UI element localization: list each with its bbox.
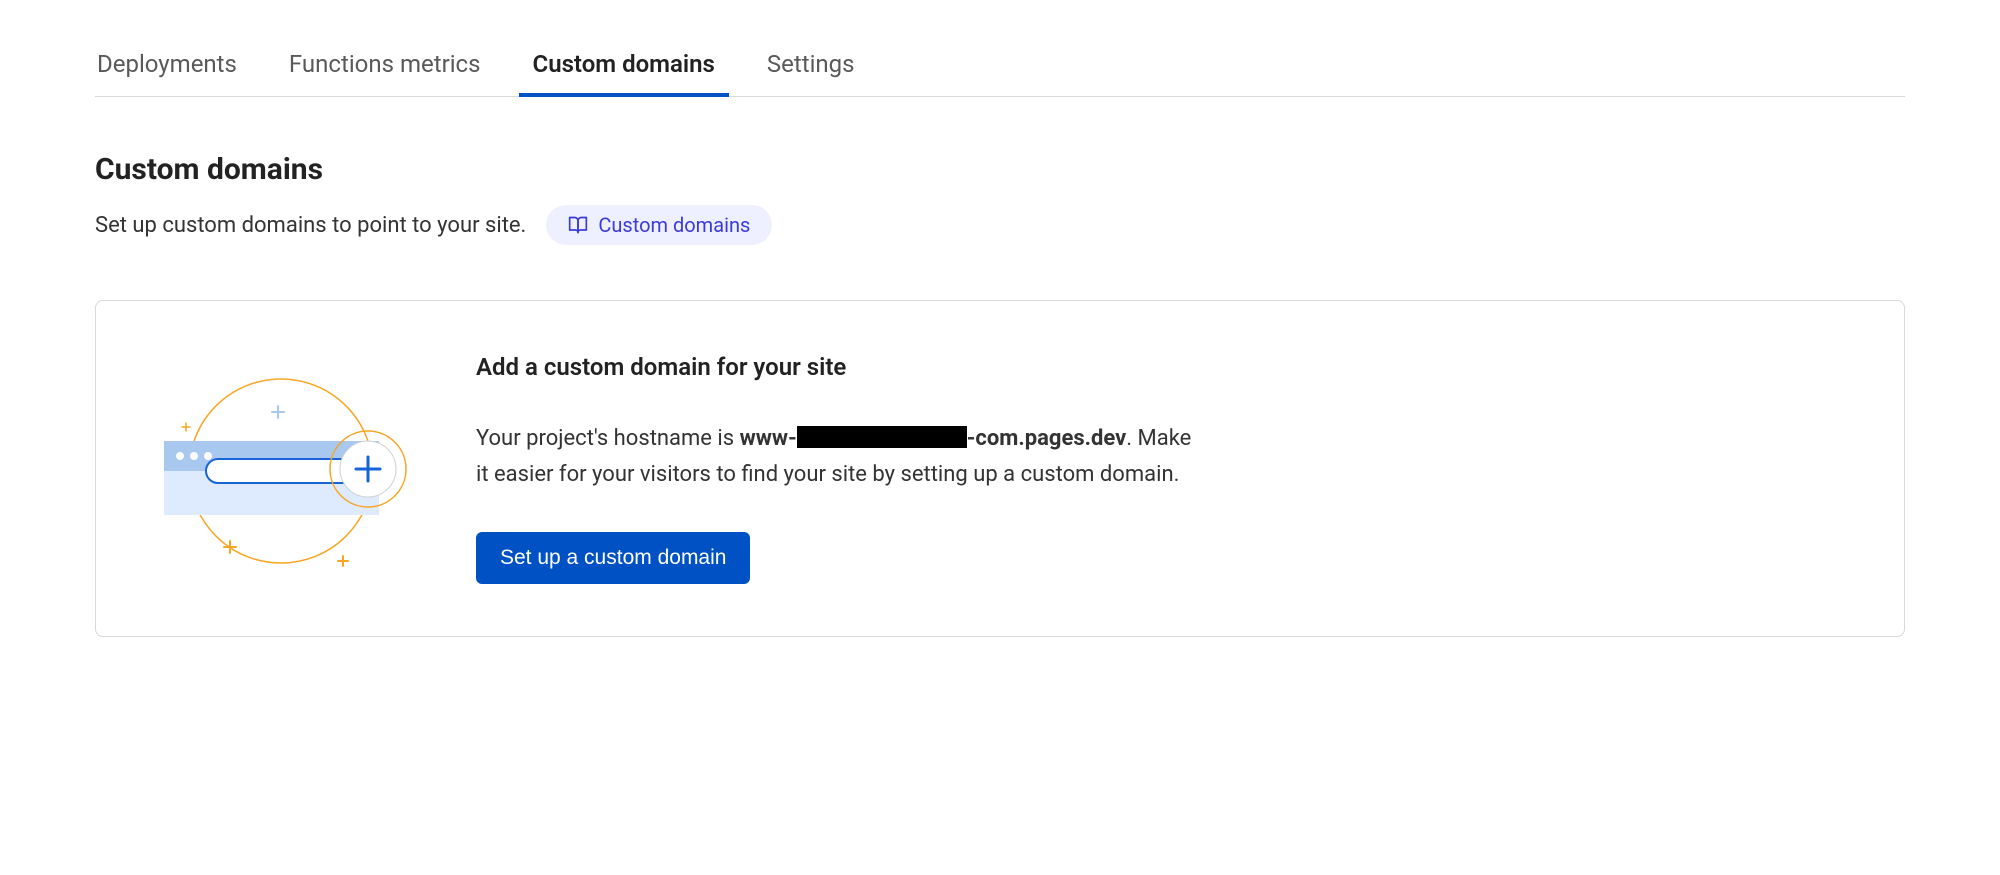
card-description: Your project's hostname is www--com.page…	[476, 421, 1196, 491]
setup-custom-domain-button[interactable]: Set up a custom domain	[476, 532, 750, 584]
page-subtitle: Set up custom domains to point to your s…	[95, 213, 526, 238]
custom-domain-illustration	[146, 351, 416, 586]
book-icon	[568, 215, 588, 235]
tab-custom-domains[interactable]: Custom domains	[531, 40, 717, 96]
custom-domain-card: Add a custom domain for your site Your p…	[95, 300, 1905, 637]
tab-settings[interactable]: Settings	[765, 40, 857, 96]
tab-functions-metrics[interactable]: Functions metrics	[287, 40, 483, 96]
tab-deployments[interactable]: Deployments	[95, 40, 239, 96]
redacted-hostname-part	[797, 426, 967, 448]
docs-link-custom-domains[interactable]: Custom domains	[546, 205, 772, 245]
docs-link-label: Custom domains	[598, 213, 750, 237]
page-title: Custom domains	[95, 152, 1905, 187]
tabs: Deployments Functions metrics Custom dom…	[95, 40, 1905, 97]
card-title: Add a custom domain for your site	[476, 353, 1196, 381]
